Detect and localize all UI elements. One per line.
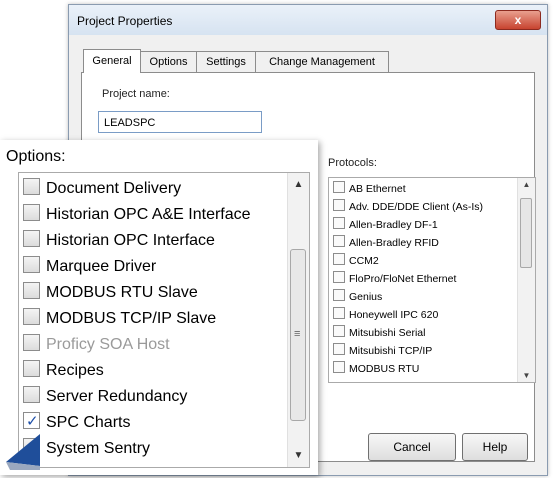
scroll-down-arrow-icon[interactable]: ▼ xyxy=(518,371,535,380)
checkbox[interactable] xyxy=(333,343,345,355)
tab-settings[interactable]: Settings xyxy=(196,51,256,72)
help-button[interactable]: Help xyxy=(462,433,528,461)
pointer-arrow-shape xyxy=(6,434,40,466)
protocol-item[interactable]: Adv. DDE/DDE Client (As-Is) xyxy=(333,198,483,216)
protocol-item[interactable]: MODBUS RTU xyxy=(333,360,419,378)
checkbox[interactable] xyxy=(333,235,345,247)
grip-icon: ≡ xyxy=(294,328,301,340)
project-name-field[interactable]: LEADSPC xyxy=(98,111,262,133)
option-item-disabled: Proficy SOA Host xyxy=(23,332,170,358)
protocol-item[interactable]: Allen-Bradley RFID xyxy=(333,234,439,252)
checkbox[interactable] xyxy=(23,282,40,299)
options-list[interactable]: Document Delivery Historian OPC A&E Inte… xyxy=(18,172,310,468)
option-item[interactable]: Recipes xyxy=(23,358,104,384)
checkbox xyxy=(23,334,40,351)
checkbox[interactable] xyxy=(333,181,345,193)
option-item[interactable]: Document Delivery xyxy=(23,176,181,202)
scroll-down-arrow-icon[interactable]: ▼ xyxy=(288,450,309,461)
checkbox[interactable] xyxy=(23,308,40,325)
options-zoom-panel: Options: Document Delivery Historian OPC… xyxy=(0,140,318,475)
checkbox[interactable] xyxy=(333,271,345,283)
options-label: Options: xyxy=(6,148,66,165)
checkbox[interactable] xyxy=(333,307,345,319)
protocols-scrollbar[interactable]: ▲ ▼ xyxy=(517,178,535,382)
protocol-item[interactable]: Mitsubishi Serial xyxy=(333,324,425,342)
protocol-item[interactable]: CCM2 xyxy=(333,252,379,270)
option-item[interactable]: MODBUS TCP/IP Slave xyxy=(23,306,216,332)
scroll-up-arrow-icon[interactable]: ▲ xyxy=(288,179,309,190)
protocol-item[interactable]: FloPro/FloNet Ethernet xyxy=(333,270,456,288)
protocols-label: Protocols: xyxy=(328,157,377,169)
option-item[interactable]: MODBUS RTU Slave xyxy=(23,280,198,306)
checkbox[interactable] xyxy=(333,217,345,229)
checkbox[interactable] xyxy=(23,360,40,377)
checkbox[interactable] xyxy=(333,253,345,265)
checkbox[interactable] xyxy=(333,199,345,211)
protocols-list[interactable]: AB Ethernet Adv. DDE/DDE Client (As-Is) … xyxy=(328,177,536,383)
dialog-title: Project Properties xyxy=(77,14,173,28)
close-button[interactable]: x xyxy=(495,10,541,30)
checkbox[interactable] xyxy=(23,386,40,403)
tab-general[interactable]: General xyxy=(83,49,141,73)
checkbox[interactable] xyxy=(23,230,40,247)
scroll-thumb[interactable] xyxy=(520,198,532,268)
option-item[interactable]: Marquee Driver xyxy=(23,254,156,280)
checkbox[interactable] xyxy=(333,289,345,301)
protocol-item[interactable]: AB Ethernet xyxy=(333,180,406,198)
scroll-thumb[interactable]: ≡ xyxy=(290,249,306,421)
protocol-item[interactable]: Mitsubishi TCP/IP xyxy=(333,342,432,360)
protocol-item[interactable]: Allen-Bradley DF-1 xyxy=(333,216,438,234)
checkbox[interactable] xyxy=(23,204,40,221)
tab-options[interactable]: Options xyxy=(140,51,197,72)
checkbox[interactable] xyxy=(333,361,345,373)
option-item[interactable]: Historian OPC A&E Interface xyxy=(23,202,251,228)
project-name-label: Project name: xyxy=(102,88,170,100)
checkbox-checked[interactable]: ✓ xyxy=(23,412,40,430)
pointer-arrow-icon xyxy=(6,434,40,470)
protocol-item[interactable]: Honeywell IPC 620 xyxy=(333,306,438,324)
tab-change-management[interactable]: Change Management xyxy=(255,51,389,72)
option-item[interactable]: Historian OPC Interface xyxy=(23,228,215,254)
checkbox[interactable] xyxy=(23,178,40,195)
checkbox[interactable] xyxy=(333,325,345,337)
option-item[interactable]: Server Redundancy xyxy=(23,384,187,410)
protocol-item[interactable]: Genius xyxy=(333,288,382,306)
checkbox[interactable] xyxy=(23,256,40,273)
options-scrollbar[interactable]: ▲ ≡ ▼ xyxy=(287,173,309,467)
title-bar: Project Properties x xyxy=(69,5,547,35)
scroll-up-arrow-icon[interactable]: ▲ xyxy=(518,180,535,189)
cancel-button[interactable]: Cancel xyxy=(368,433,456,461)
